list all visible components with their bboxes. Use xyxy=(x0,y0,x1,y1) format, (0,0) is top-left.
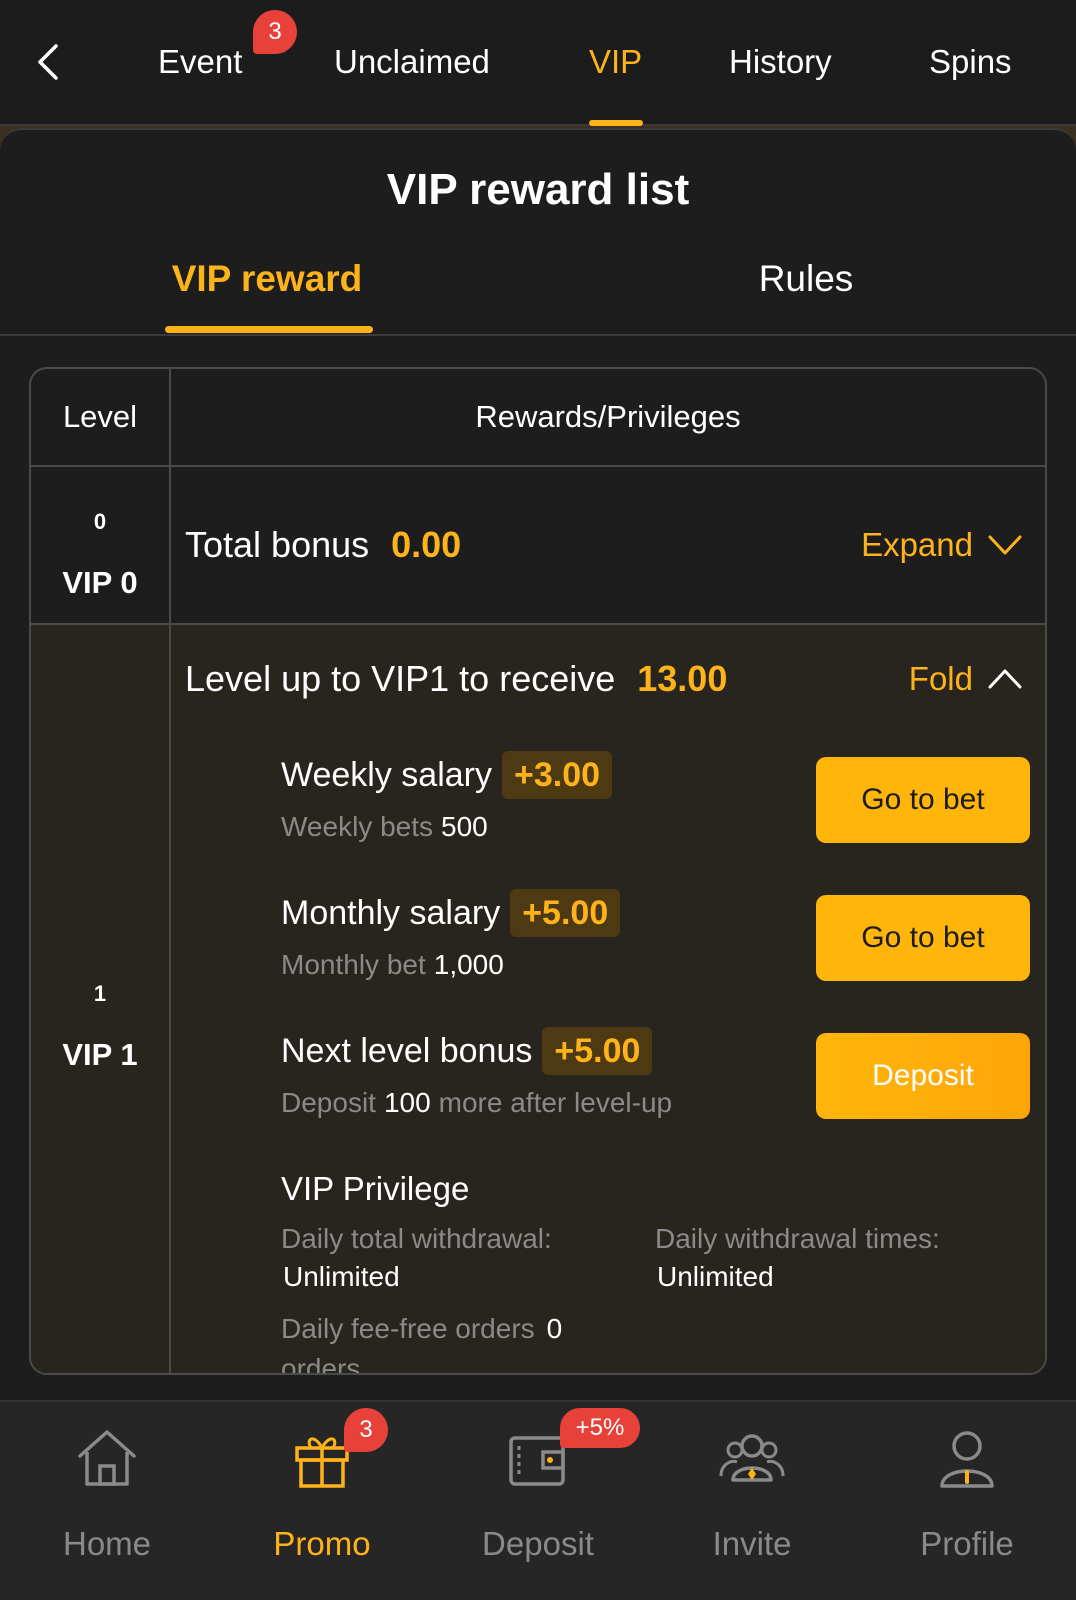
promo-badge: 3 xyxy=(344,1408,388,1452)
nav-home[interactable]: Home xyxy=(32,1424,182,1574)
fold-button[interactable]: Fold xyxy=(909,657,1023,701)
daily-total-withdrawal-label: Daily total withdrawal: xyxy=(281,1223,552,1254)
requirement-label: Deposit xyxy=(281,1087,376,1118)
expand-button[interactable]: Expand xyxy=(861,523,1023,567)
tab-vip-reward-label: VIP reward xyxy=(171,258,363,299)
level-number: 1 xyxy=(93,981,107,1006)
chevron-down-icon xyxy=(988,535,1022,555)
expand-label: Expand xyxy=(861,526,973,563)
app-root: Event 3 Unclaimed VIP History Spins VIP … xyxy=(0,0,1076,1600)
item-amount: +5.00 xyxy=(542,1027,653,1075)
requirement-tail: more after level-up xyxy=(438,1087,673,1118)
chevron-left-icon xyxy=(38,44,58,80)
chevron-up-icon xyxy=(988,669,1022,689)
item-amount: +3.00 xyxy=(502,751,613,799)
summary-label: Total bonus xyxy=(185,524,370,565)
item-title-label: Weekly salary xyxy=(281,756,492,794)
next-level-bonus-title: Next level bonus +5.00 xyxy=(281,1027,653,1075)
vip-privilege-title: VIP Privilege xyxy=(281,1170,470,1207)
back-button[interactable] xyxy=(28,40,72,84)
fee-free-value: 0 xyxy=(546,1313,563,1344)
summary-value: 13.00 xyxy=(637,658,728,699)
tab-unclaimed[interactable]: Unclaimed xyxy=(334,40,490,84)
monthly-salary-title: Monthly salary +5.00 xyxy=(281,889,621,937)
item-title-label: Monthly salary xyxy=(281,894,501,932)
item-amount: +5.00 xyxy=(510,889,621,937)
go-to-bet-button[interactable]: Go to bet xyxy=(816,895,1030,981)
row-summary: Level up to VIP1 to receive 13.00 xyxy=(185,655,727,703)
vip-reward-sheet: VIP reward list VIP reward Rules Level R… xyxy=(0,128,1076,1402)
fee-free-orders: Daily fee-free orders 0 xyxy=(281,1311,562,1347)
tab-vip-label: VIP xyxy=(589,43,643,80)
requirement-label: Weekly bets xyxy=(281,811,433,842)
tab-vip[interactable]: VIP xyxy=(589,40,642,84)
daily-withdrawal-times-value: Unlimited xyxy=(657,1261,774,1292)
header-rewards: Rewards/Privileges xyxy=(475,399,741,434)
requirement-value: 500 xyxy=(441,811,488,842)
item-title-label: Next level bonus xyxy=(281,1032,533,1070)
header-level: Level xyxy=(62,399,138,434)
requirement-value: 1,000 xyxy=(433,949,504,980)
event-badge: 3 xyxy=(253,10,297,54)
fee-free-unit: orders xyxy=(281,1353,361,1375)
tab-rules[interactable]: Rules xyxy=(700,254,912,304)
fee-free-label: Daily fee-free orders xyxy=(281,1313,535,1344)
tab-spins[interactable]: Spins xyxy=(929,40,1012,84)
tab-event[interactable]: Event xyxy=(158,40,242,84)
tab-unclaimed-label: Unclaimed xyxy=(334,43,490,80)
level-name: VIP 1 xyxy=(62,1037,138,1072)
table-row: 1 VIP 1 Level up to VIP1 to receive 13.00… xyxy=(31,625,1045,1375)
nav-home-label: Home xyxy=(62,1525,152,1562)
table-row: 0 VIP 0 Total bonus 0.00 Expand xyxy=(31,467,1045,625)
weekly-salary-title: Weekly salary +3.00 xyxy=(281,751,613,799)
requirement-value: 100 xyxy=(383,1087,431,1118)
row-summary: Total bonus 0.00 xyxy=(185,521,461,569)
users-icon xyxy=(719,1434,785,1482)
tab-event-label: Event xyxy=(158,43,243,80)
top-nav: Event 3 Unclaimed VIP History Spins xyxy=(0,0,1076,126)
tab-spins-label: Spins xyxy=(929,43,1012,80)
nav-deposit-label: Deposit xyxy=(482,1525,594,1562)
vip-level-table: Level Rewards/Privileges 0 VIP 0 Total b… xyxy=(29,367,1047,1375)
nav-invite-label: Invite xyxy=(712,1525,792,1562)
next-level-bonus-requirement: Deposit 100 more after level-up xyxy=(281,1085,672,1121)
summary-value: 0.00 xyxy=(391,524,462,565)
tab-vip-reward[interactable]: VIP reward xyxy=(160,254,374,304)
column-divider xyxy=(169,369,171,1373)
sheet-title: VIP reward list xyxy=(386,165,690,214)
nav-invite[interactable]: Invite xyxy=(677,1424,827,1574)
monthly-salary-requirement: Monthly bet 1,000 xyxy=(281,947,504,983)
level-number: 0 xyxy=(93,509,107,534)
deposit-button[interactable]: Deposit xyxy=(816,1033,1030,1119)
nav-profile[interactable]: Profile xyxy=(892,1424,1042,1574)
tab-history[interactable]: History xyxy=(729,40,832,84)
level-name: VIP 0 xyxy=(62,565,138,600)
go-to-bet-button[interactable]: Go to bet xyxy=(816,757,1030,843)
daily-total-withdrawal-value: Unlimited xyxy=(283,1261,400,1292)
sub-tab-indicator xyxy=(165,326,373,333)
tab-history-label: History xyxy=(729,43,832,80)
nav-promo-label: Promo xyxy=(273,1525,371,1562)
home-icon xyxy=(78,1430,136,1486)
nav-profile-label: Profile xyxy=(920,1525,1014,1562)
bottom-nav: Home Promo 3 Deposit +5% Invite Profile xyxy=(0,1400,1076,1600)
table-header: Level Rewards/Privileges xyxy=(31,369,1045,467)
weekly-salary-requirement: Weekly bets 500 xyxy=(281,809,488,845)
sub-tab-divider xyxy=(0,334,1076,336)
daily-withdrawal-times-label: Daily withdrawal times: xyxy=(655,1223,940,1254)
tab-rules-label: Rules xyxy=(758,258,854,299)
deposit-bonus-badge: +5% xyxy=(560,1408,640,1448)
summary-label: Level up to VIP1 to receive xyxy=(185,658,616,699)
profile-icon xyxy=(940,1431,994,1488)
fold-label: Fold xyxy=(908,660,973,697)
requirement-label: Monthly bet xyxy=(281,949,426,980)
